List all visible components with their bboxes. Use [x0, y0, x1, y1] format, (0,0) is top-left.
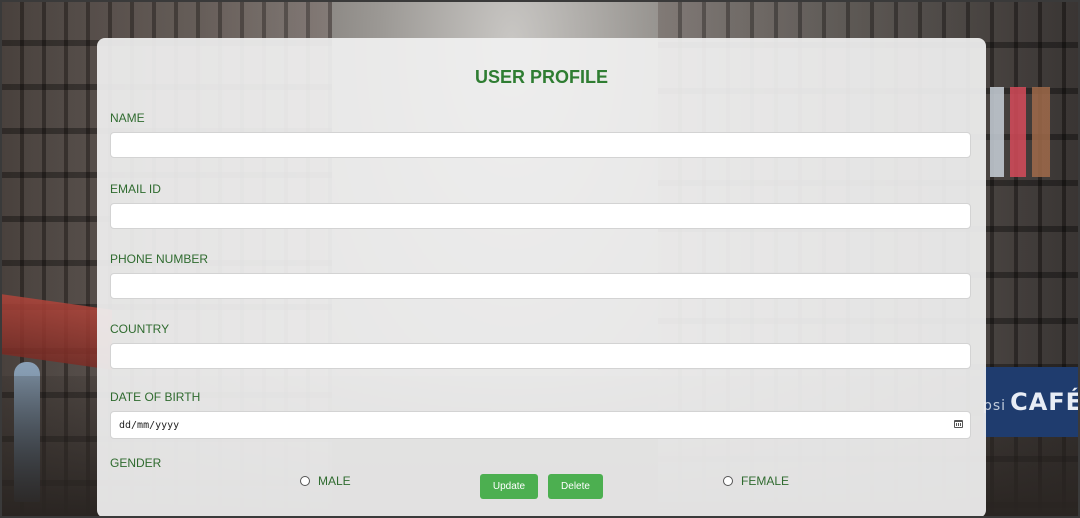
- dob-label: DATE OF BIRTH: [110, 390, 201, 404]
- phone-label: PHONE NUMBER: [110, 252, 209, 266]
- email-field: EMAIL ID: [110, 182, 973, 229]
- phone-input[interactable]: [110, 273, 971, 299]
- delete-button[interactable]: Delete: [548, 474, 603, 499]
- browser-viewport: psi CAFÉ USER PROFILE NAME EMAIL ID PHONE…: [0, 0, 1080, 518]
- dob-field: DATE OF BIRTH dd/mm/yyyy: [110, 390, 973, 439]
- name-input[interactable]: [110, 132, 971, 158]
- background-cafe-sign: psi CAFÉ: [983, 367, 1078, 437]
- email-input[interactable]: [110, 203, 971, 229]
- country-input[interactable]: [110, 343, 971, 369]
- cafe-sign-fragment: psi: [983, 398, 1007, 414]
- form-title: USER PROFILE: [474, 67, 608, 87]
- user-profile-form: USER PROFILE NAME EMAIL ID PHONE NUMBER …: [97, 38, 986, 516]
- dob-input-wrapper: dd/mm/yyyy: [110, 411, 971, 439]
- calendar-icon[interactable]: [954, 420, 963, 428]
- name-label: NAME: [110, 111, 145, 125]
- form-actions: Update Delete: [97, 474, 986, 499]
- gender-label: GENDER: [110, 456, 162, 470]
- dob-input[interactable]: dd/mm/yyyy: [110, 411, 971, 439]
- country-label: COUNTRY: [110, 322, 170, 336]
- country-field: COUNTRY: [110, 322, 973, 369]
- cafe-sign-text: CAFÉ: [1010, 388, 1078, 416]
- email-label: EMAIL ID: [110, 182, 161, 196]
- phone-field: PHONE NUMBER: [110, 252, 973, 299]
- background-hanging-clothes: [990, 87, 1050, 177]
- update-button[interactable]: Update: [480, 474, 538, 499]
- name-field: NAME: [110, 111, 973, 158]
